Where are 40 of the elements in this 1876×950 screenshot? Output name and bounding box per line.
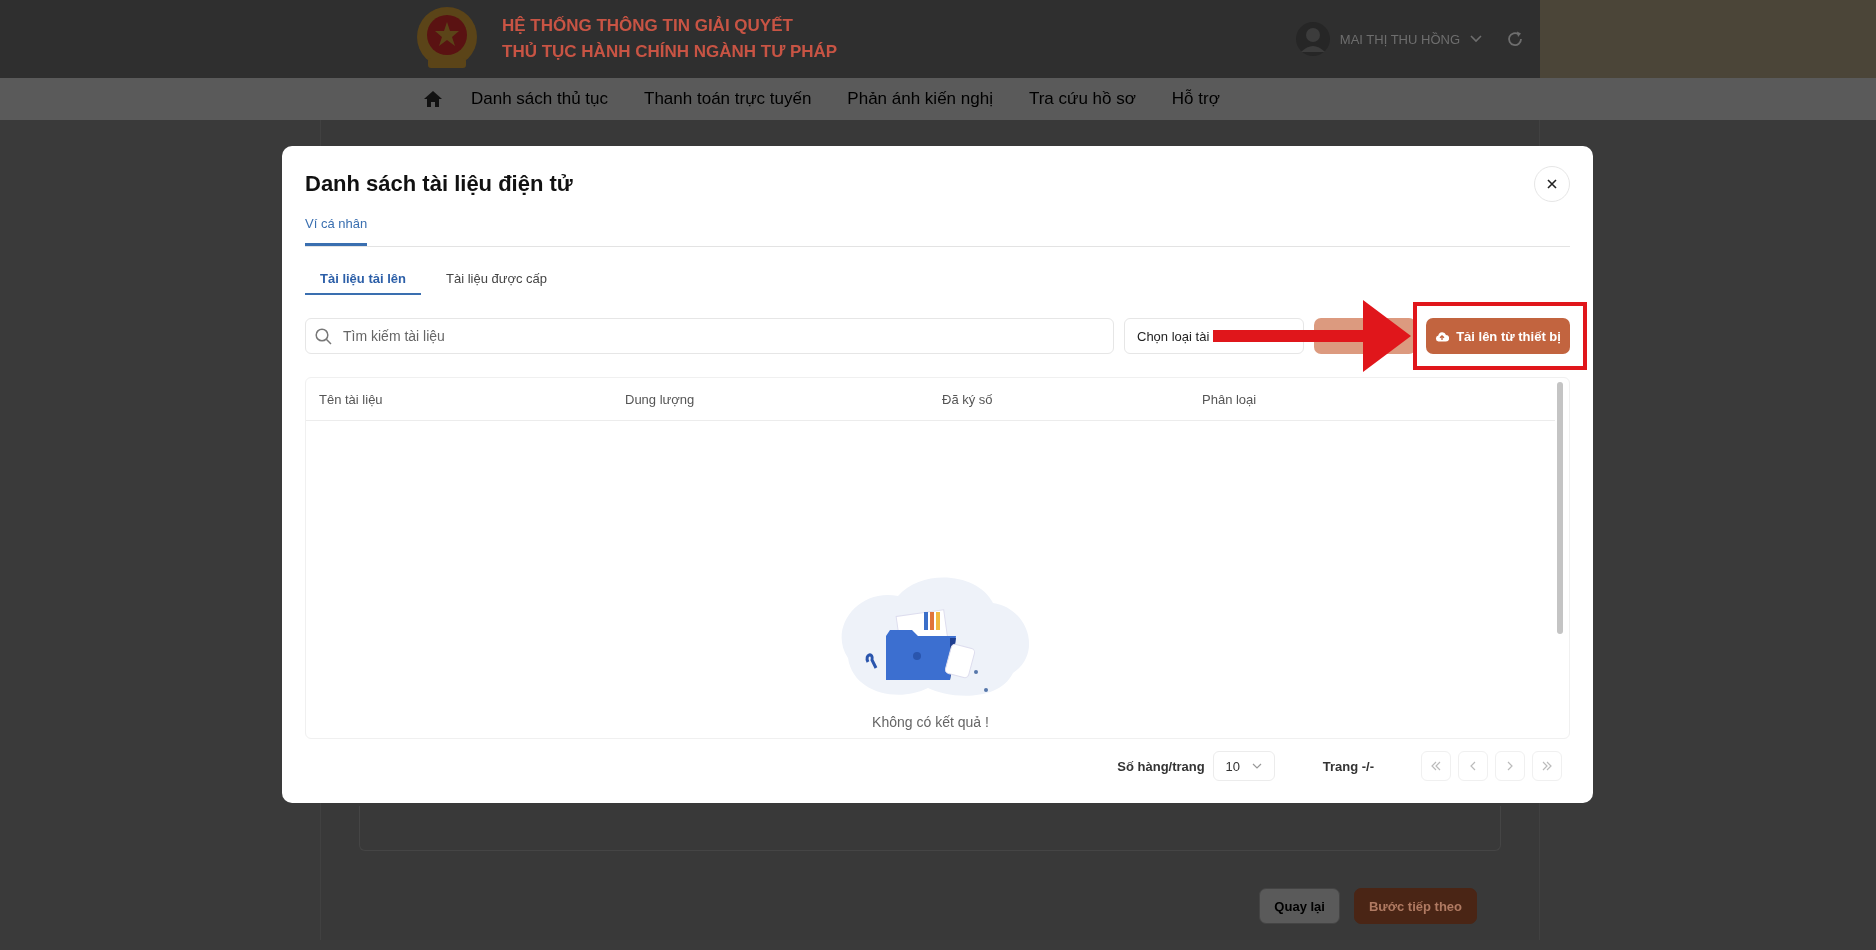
first-page-button[interactable] bbox=[1421, 751, 1451, 781]
nav-link[interactable]: Phản ánh kiến nghị bbox=[847, 89, 993, 109]
refresh-icon[interactable] bbox=[1506, 30, 1524, 48]
document-tab[interactable]: Tài liệu tải lên bbox=[305, 263, 421, 295]
rows-per-page-label: Số hàng/trang bbox=[1117, 758, 1205, 774]
nav-link[interactable]: Tra cứu hồ sơ bbox=[1028, 89, 1136, 109]
empty-message: Không có kết quả ! bbox=[872, 714, 989, 730]
system-title: THỦ TỤC HÀNH CHÍNH NGÀNH TƯ PHÁP bbox=[502, 42, 838, 62]
chevron-left-icon bbox=[1469, 761, 1477, 771]
double-chevron-right-icon bbox=[1541, 761, 1553, 771]
search-field[interactable]: Tìm kiếm tài liệu bbox=[305, 318, 1114, 354]
column-header: Dung lượng bbox=[625, 391, 696, 407]
search-icon bbox=[315, 328, 332, 345]
column-header: Đã ký số bbox=[942, 391, 994, 407]
chevron-right-icon bbox=[1506, 761, 1514, 771]
nav-link[interactable]: Thanh toán trực tuyến bbox=[644, 89, 812, 109]
nav-link[interactable]: Hỗ trợ bbox=[1171, 89, 1220, 109]
user-name[interactable]: MAI THỊ THU HỒNG bbox=[1339, 31, 1460, 47]
back-button[interactable]: Quay lại bbox=[1259, 888, 1340, 924]
rows-per-page-select[interactable]: 10 bbox=[1212, 751, 1275, 781]
home-icon[interactable] bbox=[423, 90, 443, 108]
last-page-button[interactable] bbox=[1532, 751, 1562, 781]
cloud-upload-icon bbox=[1435, 330, 1450, 342]
previous-page-button[interactable] bbox=[1458, 751, 1488, 781]
page-indicator: Trang -/- bbox=[1322, 758, 1374, 774]
chevron-down-icon bbox=[1251, 763, 1262, 769]
modal-title: Danh sách tài liệu điện tử bbox=[305, 171, 573, 197]
chevron-down-icon[interactable] bbox=[1470, 35, 1482, 43]
wallet-tab[interactable]: Ví cá nhân bbox=[305, 216, 368, 246]
close-button[interactable] bbox=[1534, 166, 1570, 202]
upload-button[interactable]: Tải lên từ thiết bị bbox=[1426, 318, 1570, 354]
column-header: Tên tài liệu bbox=[319, 391, 384, 407]
nav-link[interactable]: Danh sách thủ tục bbox=[471, 89, 609, 109]
system-title: HỆ THỐNG THÔNG TIN GIẢI QUYẾT bbox=[502, 16, 794, 36]
next-step-button[interactable]: Bước tiếp theo bbox=[1353, 888, 1477, 924]
double-chevron-left-icon bbox=[1430, 761, 1442, 771]
document-tab[interactable]: Tài liệu được cấp bbox=[430, 263, 563, 295]
column-header: Phân loại bbox=[1202, 391, 1258, 407]
close-icon[interactable] bbox=[1547, 179, 1557, 189]
next-page-button[interactable] bbox=[1495, 751, 1525, 781]
